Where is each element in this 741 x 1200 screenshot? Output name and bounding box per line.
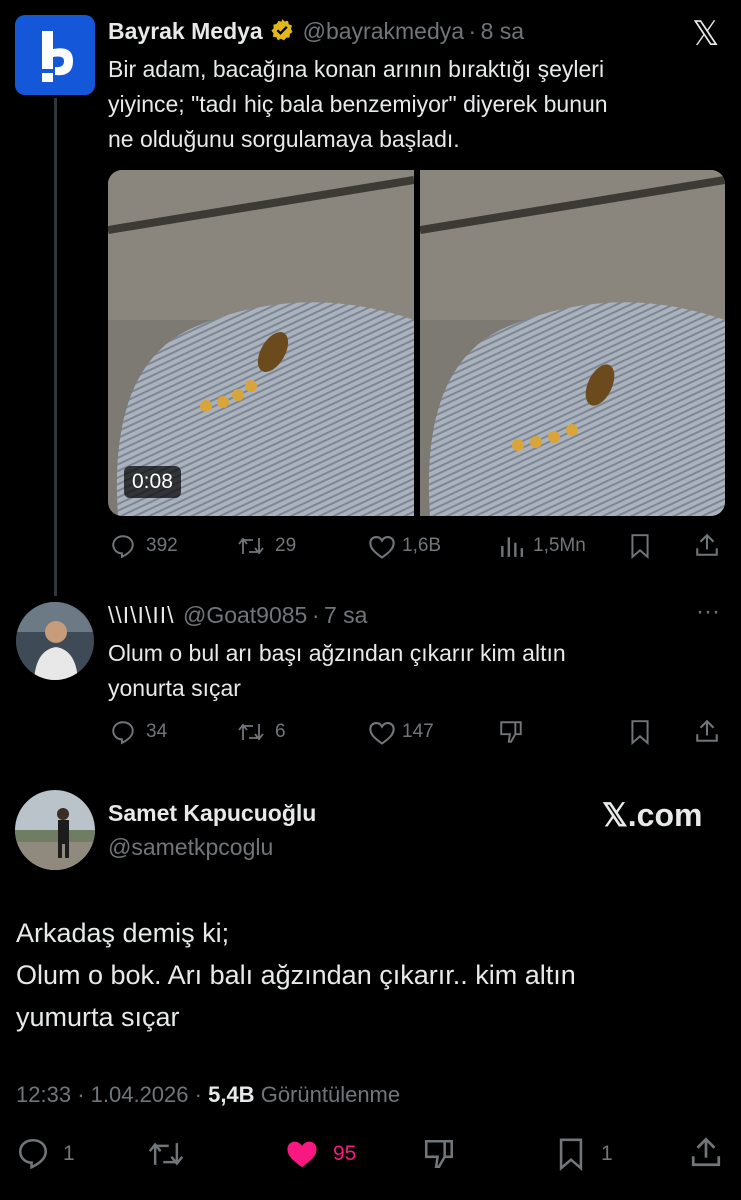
bayrak-medya-avatar[interactable] bbox=[15, 15, 95, 95]
user-avatar-image bbox=[15, 790, 95, 870]
video-frame-right[interactable] bbox=[420, 170, 725, 516]
repost-count: 6 bbox=[275, 721, 286, 742]
dot-separator: · bbox=[194, 1082, 202, 1107]
share-icon[interactable] bbox=[694, 718, 720, 744]
heart-filled-icon bbox=[284, 1138, 320, 1170]
bee-on-jeans-image bbox=[420, 170, 725, 516]
handle[interactable]: @Goat9085 bbox=[183, 602, 307, 628]
tweet-text-line: Arkadaş demiş ki; bbox=[16, 918, 230, 948]
dot-separator: · bbox=[77, 1082, 85, 1107]
repost-icon[interactable] bbox=[147, 1137, 185, 1171]
tweet-text-line: Bir adam, bacağına konan arının bıraktığ… bbox=[108, 56, 605, 82]
video-duration: 0:08 bbox=[124, 466, 181, 498]
thread-line bbox=[54, 98, 57, 596]
display-name[interactable]: \\I\I\II\ bbox=[108, 602, 175, 628]
analytics-icon bbox=[498, 533, 524, 559]
dot-separator: · bbox=[468, 18, 477, 44]
bookmark-count: 1 bbox=[601, 1142, 613, 1165]
user-avatar-image bbox=[16, 602, 94, 680]
main-tweet-text: Arkadaş demiş ki; Olum o bok. Arı balı a… bbox=[16, 912, 726, 1038]
reply-count: 34 bbox=[146, 721, 168, 742]
bookmark-icon[interactable] bbox=[628, 533, 652, 559]
tweet-text-line: ne olduğunu sorgulamaya başladı. bbox=[108, 126, 460, 152]
tweet-text: Olum o bul arı başı ağzından çıkarır kim… bbox=[108, 636, 728, 706]
tweet-text-line: yumurta sıçar bbox=[16, 1002, 180, 1032]
views-count: 5,4B bbox=[208, 1082, 255, 1107]
more-options-icon[interactable]: ··· bbox=[696, 598, 720, 626]
tweet-text-line: yonurta sıçar bbox=[108, 675, 241, 701]
tweet-text-line: yiyince; "tadı hiç bala benzemiyor" diye… bbox=[108, 91, 608, 117]
samet-avatar[interactable] bbox=[15, 790, 95, 870]
views-label: Görüntülenme bbox=[260, 1082, 401, 1107]
bayrak-logo-icon bbox=[42, 31, 73, 82]
reply-count: 392 bbox=[146, 535, 178, 556]
bee-on-jeans-image bbox=[108, 170, 414, 516]
display-name[interactable]: Bayrak Medya bbox=[108, 18, 263, 44]
reply-count: 1 bbox=[63, 1142, 75, 1165]
repost-icon bbox=[237, 719, 265, 745]
repost-count: 29 bbox=[275, 535, 297, 556]
bookmark-icon[interactable] bbox=[628, 719, 652, 745]
downvote-icon[interactable] bbox=[422, 1137, 456, 1171]
handle[interactable]: @sametkpcoglu bbox=[108, 834, 273, 861]
heart-icon bbox=[368, 720, 396, 746]
reply-icon bbox=[16, 1136, 50, 1170]
tweet-meta: 12:33 · 1.04.2026 · 5,4B Görüntülenme bbox=[16, 1082, 400, 1108]
verified-badge-icon bbox=[270, 18, 294, 47]
tweet-header: Bayrak Medya @bayrakmedya · 8 sa bbox=[108, 18, 524, 48]
post-date[interactable]: 1.04.2026 bbox=[91, 1082, 189, 1107]
share-icon[interactable] bbox=[694, 532, 720, 558]
display-name[interactable]: Samet Kapucuoğlu bbox=[108, 800, 316, 827]
dot-separator: · bbox=[311, 602, 320, 628]
video-frame-left[interactable]: 0:08 bbox=[108, 170, 414, 516]
share-icon[interactable] bbox=[689, 1135, 723, 1169]
tweet-text-line: Olum o bul arı başı ağzından çıkarır kim… bbox=[108, 640, 566, 666]
timestamp[interactable]: 8 sa bbox=[481, 18, 524, 44]
x-com-brand: 𝕏.com bbox=[602, 797, 703, 833]
tweet-text-line: Olum o bok. Arı balı ağzından çıkarır.. … bbox=[16, 960, 576, 990]
reply-icon bbox=[110, 719, 136, 745]
like-count: 95 bbox=[333, 1142, 357, 1165]
tweet-text: Bir adam, bacağına konan arının bıraktığ… bbox=[108, 52, 728, 157]
like-count: 147 bbox=[402, 721, 434, 742]
x-logo-icon[interactable]: 𝕏 bbox=[692, 14, 719, 54]
repost-icon bbox=[237, 533, 265, 559]
handle[interactable]: @bayrakmedya bbox=[303, 18, 464, 44]
reply-header: \\I\I\II\ @Goat9085 · 7 sa bbox=[108, 602, 367, 632]
views-count: 1,5Mn bbox=[533, 535, 586, 556]
post-time[interactable]: 12:33 bbox=[16, 1082, 71, 1107]
like-count: 1,6B bbox=[402, 535, 442, 556]
heart-icon bbox=[368, 534, 396, 560]
reply-icon bbox=[110, 533, 136, 559]
timestamp[interactable]: 7 sa bbox=[324, 602, 367, 628]
bookmark-icon bbox=[556, 1137, 586, 1171]
downvote-icon[interactable] bbox=[498, 719, 524, 745]
goat-avatar[interactable] bbox=[16, 602, 94, 680]
